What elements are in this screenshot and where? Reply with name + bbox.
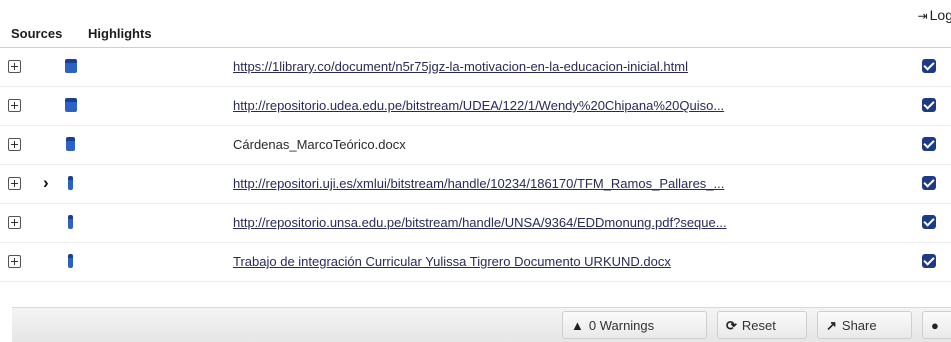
source-link[interactable]: Trabajo de integración Curricular Yuliss… <box>233 254 908 269</box>
warning-icon: ▲ <box>571 318 584 333</box>
tab-sources[interactable]: Sources <box>11 26 62 41</box>
source-link[interactable]: https://1library.co/document/n5r75jgz-la… <box>233 59 908 74</box>
document-icon <box>68 254 73 268</box>
login-label: Log <box>929 7 951 23</box>
share-label: Share <box>841 318 877 333</box>
expand-icon[interactable] <box>8 177 21 190</box>
source-link[interactable]: http://repositori.uji.es/xmlui/bitstream… <box>233 176 908 191</box>
expand-icon[interactable] <box>8 255 21 268</box>
source-checkbox[interactable] <box>922 254 936 268</box>
share-icon: ↗ <box>826 318 837 333</box>
current-source-arrow-icon: › <box>43 173 49 192</box>
expand-icon[interactable] <box>8 138 21 151</box>
source-checkbox[interactable] <box>922 98 936 112</box>
info-icon: ● <box>931 318 939 333</box>
bottom-toolbar: ▲ 0 Warnings ⟳ Reset ↗ Share ● <box>12 307 951 342</box>
expand-icon[interactable] <box>8 60 21 73</box>
source-row[interactable]: Trabajo de integración Curricular Yuliss… <box>0 243 951 282</box>
document-icon <box>66 137 75 151</box>
warnings-button[interactable]: ▲ 0 Warnings <box>562 311 707 339</box>
login-icon: ⇥ <box>917 9 928 23</box>
source-name[interactable]: Cárdenas_MarcoTeórico.docx <box>233 137 908 152</box>
source-checkbox[interactable] <box>922 176 936 190</box>
source-list: https://1library.co/document/n5r75jgz-la… <box>0 48 951 282</box>
source-checkbox[interactable] <box>922 137 936 151</box>
source-checkbox[interactable] <box>922 59 936 73</box>
source-row-current[interactable]: › http://repositori.uji.es/xmlui/bitstre… <box>0 165 951 204</box>
document-icon <box>65 59 77 73</box>
share-button[interactable]: ↗ Share <box>817 311 912 339</box>
source-row[interactable]: Cárdenas_MarcoTeórico.docx <box>0 126 951 165</box>
login-button[interactable]: ⇥ Log <box>918 7 951 23</box>
source-row[interactable]: https://1library.co/document/n5r75jgz-la… <box>0 48 951 87</box>
top-bar: Sources Highlights ⇥ Log <box>0 0 951 48</box>
more-button[interactable]: ● <box>922 311 951 339</box>
source-checkbox[interactable] <box>922 215 936 229</box>
document-icon <box>65 98 77 112</box>
source-link[interactable]: http://repositorio.unsa.edu.pe/bitstream… <box>233 215 908 230</box>
source-row[interactable]: http://repositorio.udea.edu.pe/bitstream… <box>0 87 951 126</box>
document-icon <box>68 215 73 229</box>
tab-highlights[interactable]: Highlights <box>88 26 152 41</box>
source-link[interactable]: http://repositorio.udea.edu.pe/bitstream… <box>233 98 908 113</box>
reset-icon: ⟳ <box>726 318 737 333</box>
source-row[interactable]: http://repositorio.unsa.edu.pe/bitstream… <box>0 204 951 243</box>
expand-icon[interactable] <box>8 216 21 229</box>
reset-label: Reset <box>741 318 776 333</box>
document-icon <box>68 176 73 190</box>
reset-button[interactable]: ⟳ Reset <box>717 311 807 339</box>
expand-icon[interactable] <box>8 99 21 112</box>
warnings-label: 0 Warnings <box>588 318 655 333</box>
